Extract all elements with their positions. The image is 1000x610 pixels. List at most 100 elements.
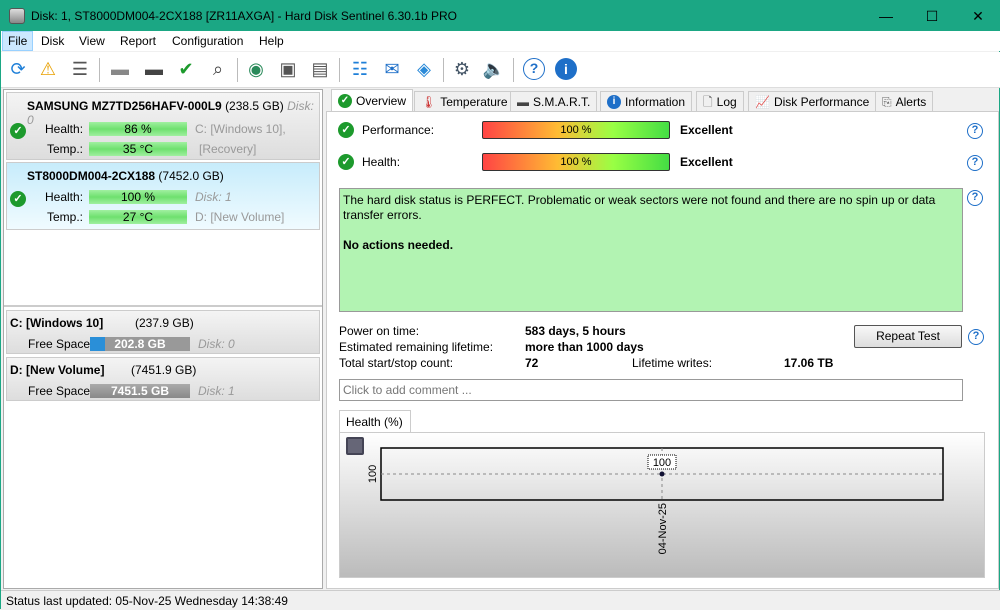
disk-check-icon[interactable]: ✔: [173, 56, 199, 82]
volume-item-d[interactable]: D: [New Volume] (7451.9 GB) Free Space 7…: [6, 357, 320, 401]
network-icon[interactable]: ◈: [411, 56, 437, 82]
tab-log[interactable]: 🗋 Log: [696, 91, 744, 111]
comment-input[interactable]: Click to add comment ...: [339, 379, 963, 401]
free-space-bar: 7451.5 GB: [90, 384, 190, 398]
overview-page: ✓ Performance: 100 % Excellent ? ✓ Healt…: [326, 111, 999, 589]
remaining-label: Estimated remaining lifetime:: [339, 340, 494, 354]
disk-size: (7452.0 GB): [158, 169, 224, 183]
document-icon: 🗋: [703, 94, 713, 109]
health-chart: 100 04-Nov-25 100: [367, 447, 944, 554]
health-bar: 100 %: [482, 153, 670, 171]
tab-disk-performance[interactable]: 📈 Disk Performance: [748, 91, 877, 111]
toolbar-separator: [237, 58, 238, 82]
performance-label: Performance:: [362, 123, 435, 137]
volume-name: D: [New Volume]: [10, 363, 105, 377]
menu-configuration[interactable]: Configuration: [167, 31, 248, 51]
gear-icon[interactable]: ⚙: [449, 56, 475, 82]
external-disk-icon[interactable]: ▤: [307, 56, 333, 82]
volume-name: C: [Windows 10]: [10, 316, 104, 330]
alerts-icon: ⎘: [882, 94, 892, 109]
health-label: Health:: [362, 155, 401, 169]
data-point: [659, 471, 665, 477]
minimize-button[interactable]: —: [863, 1, 909, 31]
menu-file[interactable]: File: [2, 31, 34, 51]
volume-size: (237.9 GB): [135, 316, 194, 330]
status-ok-icon: ✓: [10, 191, 26, 207]
status-action: No actions needed.: [343, 238, 454, 252]
chart-icon: 📈: [755, 94, 770, 109]
power-on-value: 583 days, 5 hours: [525, 324, 626, 338]
check-icon: ✓: [338, 94, 352, 108]
repeat-test-button[interactable]: Repeat Test: [854, 325, 962, 348]
menu-disk[interactable]: Disk: [36, 31, 69, 51]
tab-alerts[interactable]: ⎘ Alerts: [875, 91, 934, 111]
help-icon[interactable]: ?: [521, 56, 547, 82]
volume-size: (7451.9 GB): [131, 363, 197, 377]
y-tick-label: 100: [367, 465, 379, 483]
x-tick-label: 04-Nov-25: [657, 503, 669, 554]
speaker-icon[interactable]: 🔈: [481, 56, 507, 82]
help-icon[interactable]: ?: [967, 155, 983, 171]
notepad-icon[interactable]: ☷: [347, 56, 373, 82]
health-label: Health:: [45, 190, 84, 204]
tab-overview[interactable]: ✓ Overview: [331, 89, 414, 112]
title-bar: Disk: 1, ST8000DM004-2CX188 [ZR11AXGA] -…: [1, 1, 1000, 31]
disk-list-panel: SAMSUNG MZ7TD256HAFV-000L9 (238.5 GB) Di…: [3, 89, 323, 589]
performance-rating: Excellent: [680, 123, 733, 137]
disk-number: Disk: 0: [198, 337, 235, 351]
disk-list-icon[interactable]: ☰: [67, 56, 93, 82]
menu-view[interactable]: View: [74, 31, 110, 51]
health-label: Health:: [45, 122, 84, 136]
menu-help[interactable]: Help: [254, 31, 289, 51]
detail-panel: ✓ Overview 🌡 Temperature ▬ S.M.A.R.T. i Info…: [326, 89, 999, 589]
toolbar-separator: [99, 58, 100, 82]
app-icon: [9, 8, 25, 24]
temp-label: Temp.:: [47, 210, 84, 224]
info-icon[interactable]: i: [553, 56, 579, 82]
free-space-label: Free Space: [28, 337, 91, 351]
smart-icon: ▬: [517, 94, 529, 109]
disk-item-0[interactable]: SAMSUNG MZ7TD256HAFV-000L9 (238.5 GB) Di…: [6, 92, 320, 160]
toolbar-separator: [339, 58, 340, 82]
disk-name: SAMSUNG MZ7TD256HAFV-000L9: [27, 99, 222, 113]
temp-bar: 35 °C: [89, 142, 187, 156]
disk-number: Disk: 1: [195, 190, 232, 204]
health-rating: Excellent: [680, 155, 733, 169]
refresh-icon[interactable]: ⟳: [5, 56, 31, 82]
temp-label: Temp.:: [47, 142, 84, 156]
disk-number: Disk: 1: [198, 384, 235, 398]
status-text: The hard disk status is PERFECT. Problem…: [343, 193, 936, 222]
disk-search-icon[interactable]: ⌕: [205, 56, 231, 82]
status-ok-icon: ✓: [10, 123, 26, 139]
tab-smart[interactable]: ▬ S.M.A.R.T.: [510, 91, 598, 111]
startstop-value: 72: [525, 356, 539, 370]
disk-clock-icon[interactable]: ▬: [141, 56, 167, 82]
performance-bar: 100 %: [482, 121, 670, 139]
volume-item-c[interactable]: C: [Windows 10] (237.9 GB) Free Space 20…: [6, 310, 320, 354]
toolbar-separator: [513, 58, 514, 82]
status-ok-icon: ✓: [338, 154, 354, 170]
menu-report[interactable]: Report: [115, 31, 161, 51]
email-icon[interactable]: ✉: [379, 56, 405, 82]
close-button[interactable]: ✕: [955, 1, 1000, 31]
tab-information[interactable]: i Information: [600, 91, 693, 111]
network-disk-icon[interactable]: ▣: [275, 56, 301, 82]
panel-divider: [4, 305, 322, 307]
disk-item-1[interactable]: ST8000DM004-2CX188 (7452.0 GB) ✓ Health:…: [6, 162, 320, 230]
maximize-button[interactable]: ☐: [909, 1, 955, 31]
status-bar: Status last updated: 05-Nov-25 Wednesday…: [1, 590, 1000, 610]
refresh-warning-icon[interactable]: ⚠: [35, 56, 61, 82]
globe-disk-icon[interactable]: ◉: [243, 56, 269, 82]
disk-grey-icon[interactable]: ▬: [107, 56, 133, 82]
tab-temperature[interactable]: 🌡 Temperature: [414, 91, 515, 111]
free-space-label: Free Space: [28, 384, 91, 398]
menu-bar: File Disk View Report Configuration Help: [1, 31, 1000, 51]
help-icon[interactable]: ?: [967, 190, 983, 206]
writes-value: 17.06 TB: [784, 356, 834, 370]
health-bar: 86 %: [89, 122, 187, 136]
help-icon[interactable]: ?: [967, 123, 983, 139]
status-ok-icon: ✓: [338, 122, 354, 138]
chart-tab-health[interactable]: Health (%): [339, 410, 411, 433]
disk-size: (238.5 GB): [225, 99, 284, 113]
help-icon[interactable]: ?: [968, 329, 984, 345]
